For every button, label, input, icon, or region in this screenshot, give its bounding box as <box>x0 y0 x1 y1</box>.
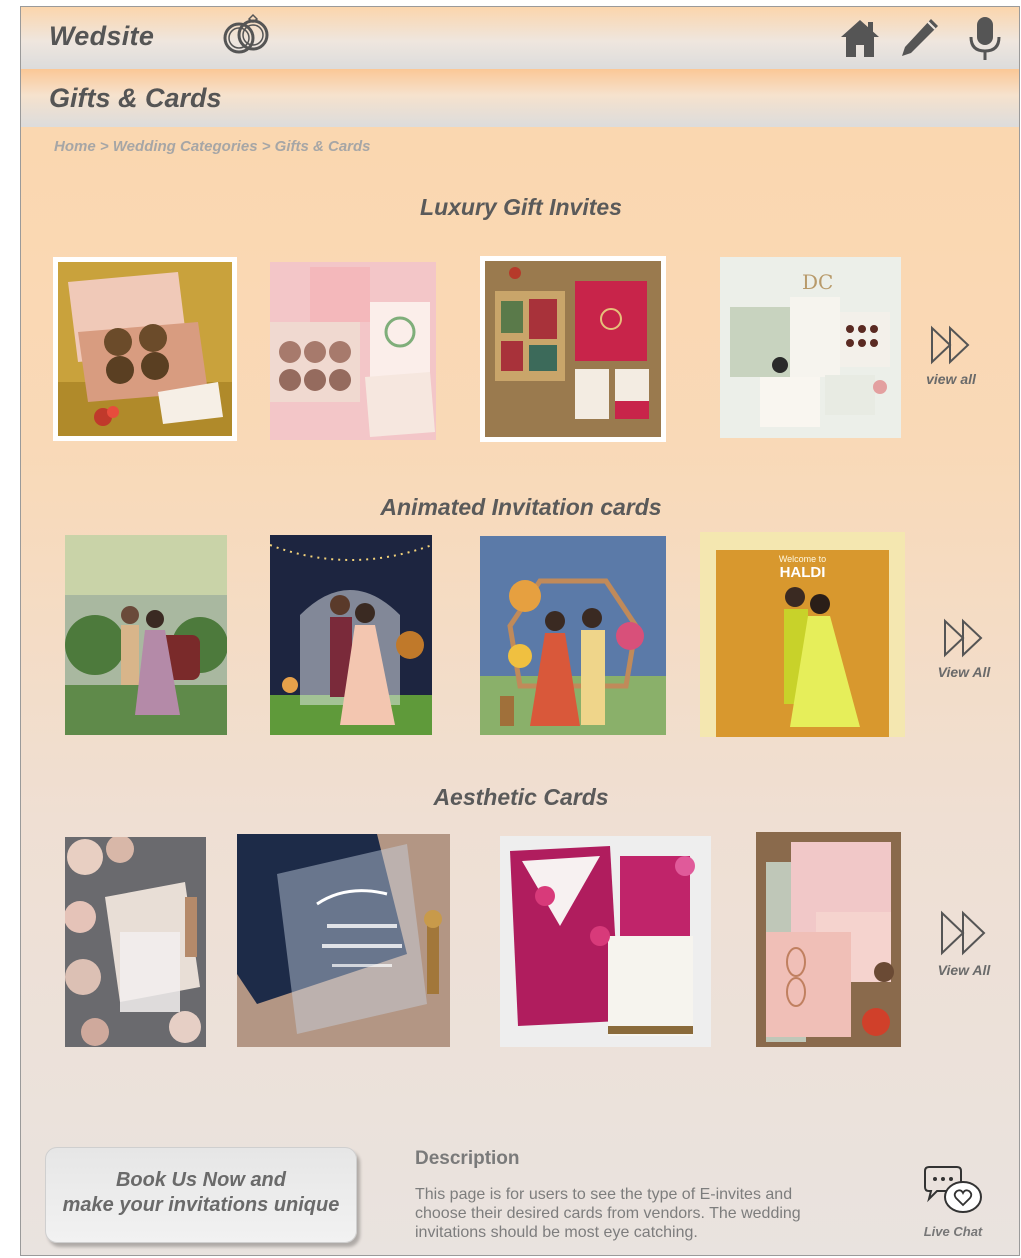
roses-card-image[interactable] <box>65 837 206 1047</box>
gold-gift-box-image[interactable] <box>53 257 237 441</box>
breadcrumb: Home > Wedding Categories > Gifts & Card… <box>54 138 371 155</box>
home-icon[interactable] <box>838 15 882 61</box>
breadcrumb-separator: > <box>257 138 275 155</box>
haldi-couple-image[interactable]: Welcome to HALDI <box>700 532 905 737</box>
breadcrumb-separator: > <box>95 138 113 155</box>
haldi-title-text: HALDI <box>779 564 826 581</box>
brand-logo-text[interactable]: Wedsite <box>49 21 154 52</box>
app-frame: Wedsite Gifts & Cards Home > Wedding Cat… <box>20 6 1020 1256</box>
section-title-animated: Animated Invitation cards <box>380 494 662 520</box>
couple-garden-swing-image[interactable] <box>65 535 227 735</box>
fast-forward-icon <box>931 325 970 365</box>
view-all-label: View All <box>937 664 991 680</box>
view-all-animated[interactable]: View All <box>924 618 1004 680</box>
chat-heart-icon <box>924 1166 982 1213</box>
magenta-envelope-card-image[interactable] <box>500 836 711 1047</box>
fast-forward-icon <box>941 910 986 956</box>
fast-forward-icon <box>944 618 983 658</box>
top-bar: Wedsite <box>21 7 1019 69</box>
couple-fairy-lights-image[interactable] <box>270 535 432 735</box>
description-text: This page is for users to see the type o… <box>415 1186 801 1241</box>
live-chat-button[interactable]: Live Chat <box>913 1165 993 1239</box>
rings-icon <box>223 13 269 54</box>
view-all-aesthetic[interactable]: View All <box>924 910 1004 978</box>
title-bar: Gifts & Cards <box>21 69 1019 127</box>
pink-gift-hamper-image[interactable] <box>270 262 436 440</box>
pink-lantern-card-image[interactable] <box>756 832 901 1047</box>
section-title-luxury: Luxury Gift Invites <box>420 194 622 220</box>
book-button-line-1: Book Us Now and <box>115 1169 286 1191</box>
page-title: Gifts & Cards <box>49 83 222 113</box>
section-title-aesthetic: Aesthetic Cards <box>433 784 609 810</box>
view-all-luxury[interactable]: view all <box>911 325 991 387</box>
pastel-invitation-set-image[interactable]: DC <box>720 257 901 438</box>
live-chat-label: Live Chat <box>923 1224 983 1239</box>
couple-floral-arch-image[interactable] <box>480 536 666 735</box>
view-all-label: view all <box>926 371 976 387</box>
view-all-label: View All <box>937 962 991 978</box>
breadcrumb-wedding-categories[interactable]: Wedding Categories <box>113 138 258 155</box>
mic-icon[interactable] <box>963 15 1007 61</box>
acrylic-navy-card-image[interactable] <box>237 834 450 1047</box>
svg-text:DC: DC <box>802 270 833 294</box>
edit-icon[interactable] <box>897 15 941 61</box>
breadcrumb-gifts-cards: Gifts & Cards <box>274 138 371 155</box>
book-button-line-2: make your invitations unique <box>62 1194 340 1216</box>
book-us-now-button[interactable]: Book Us Now and make your invitations un… <box>45 1147 357 1243</box>
red-card-gift-box-image[interactable] <box>480 256 666 442</box>
haldi-welcome-text: Welcome to <box>778 554 827 564</box>
description-title: Description <box>415 1148 520 1169</box>
breadcrumb-home[interactable]: Home <box>54 138 96 155</box>
